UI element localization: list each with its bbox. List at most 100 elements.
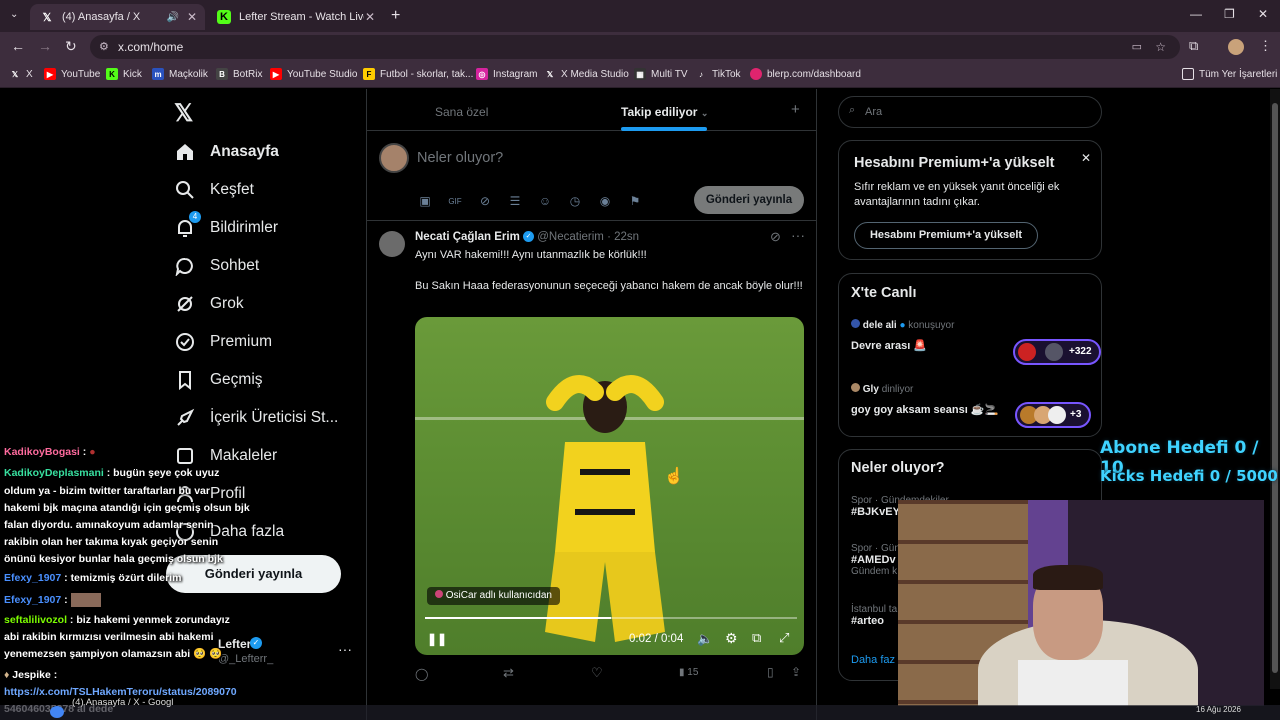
more-dots-icon[interactable]: ··· <box>791 227 805 243</box>
retweet-icon[interactable]: ⇄ <box>503 665 514 681</box>
close-icon[interactable]: ✕ <box>1081 151 1091 165</box>
avatar <box>851 383 860 392</box>
taskbar-window-title[interactable]: (4) Anasayfa / X - Googl <box>72 697 173 708</box>
grok-icon[interactable]: ⊘ <box>770 229 781 245</box>
bookmark-icon[interactable]: ▯ <box>767 665 774 679</box>
x-logo-icon[interactable]: 𝕏 <box>174 99 193 128</box>
flag-icon[interactable]: ⚑ <box>627 193 643 209</box>
video-progress-track[interactable] <box>425 617 797 619</box>
cast-icon[interactable]: ▭ <box>1132 35 1142 59</box>
maximize-button[interactable]: ❐ <box>1224 7 1235 21</box>
avatar <box>1048 406 1066 424</box>
tweet-time[interactable]: 22sn <box>614 231 639 243</box>
tab-search-icon[interactable]: ⌄ <box>10 9 18 20</box>
search-input[interactable]: ⌕ Ara <box>838 96 1102 128</box>
more-dots-icon[interactable]: ··· <box>338 641 352 657</box>
poll-icon[interactable]: ☰ <box>507 193 523 209</box>
emoji-icon[interactable]: ☺ <box>537 193 553 209</box>
trend-item[interactable]: Spor · Gün #AMEDv Gündem k <box>851 543 900 577</box>
trend-item[interactable]: İstanbul ta #arteo <box>851 604 897 627</box>
nav-premium[interactable]: Premium <box>174 331 272 353</box>
reply-icon[interactable]: ◯ <box>415 667 428 681</box>
profile-avatar[interactable] <box>1228 39 1244 55</box>
back-icon[interactable]: ← <box>11 38 25 54</box>
url-input[interactable]: ⚙ x.com/home ▭ ☆ <box>90 35 1180 59</box>
bookmark-star-icon[interactable]: ☆ <box>1155 35 1166 59</box>
page-scrollbar[interactable] <box>1270 89 1280 689</box>
nav-grok[interactable]: Grok <box>174 293 244 315</box>
fullscreen-icon[interactable]: ⤢ <box>779 630 789 646</box>
bookmark-youtube[interactable]: ▶ YouTube <box>44 68 100 80</box>
bookmark-tiktok[interactable]: ♪ TikTok <box>695 68 741 80</box>
window-close-button[interactable]: ✕ <box>1258 7 1268 21</box>
tweet[interactable]: Necati Çağlan Erim ✓ @Necatierim · 22sn … <box>367 221 816 720</box>
minimize-button[interactable]: — <box>1190 7 1202 21</box>
site-info-icon[interactable]: ⚙ <box>99 35 109 59</box>
schedule-icon[interactable]: ◷ <box>567 193 583 209</box>
tab-following[interactable]: Takip ediliyor ⌄ <box>621 105 708 119</box>
all-bookmarks[interactable]: Tüm Yer İşaretleri <box>1182 68 1277 80</box>
kicks-goal: Kicks Hedefi 0 / 5000 <box>1100 467 1278 485</box>
add-tab-icon[interactable]: + <box>791 101 800 118</box>
share-icon[interactable]: ⇪ <box>791 665 801 679</box>
extensions-icon[interactable]: ⧉ <box>1189 38 1198 54</box>
live-spaces-card: X'te Canlı dele ali ● konuşuyor Devre ar… <box>838 273 1102 437</box>
x-logo-icon: 𝕏 <box>546 69 554 79</box>
views[interactable]: ▮ 15 <box>679 667 698 678</box>
bookmark-blerp[interactable]: blerp.com/dashboard <box>750 68 861 80</box>
close-icon[interactable]: ✕ <box>365 10 375 24</box>
menu-kebab-icon[interactable]: ⋮ <box>1259 38 1272 54</box>
nav-chat[interactable]: Sohbet <box>174 255 259 277</box>
emote-icon: ● <box>89 446 96 458</box>
nav-home[interactable]: Anasayfa <box>174 141 279 163</box>
pause-icon[interactable]: ❚❚ <box>427 632 447 646</box>
scrollbar-thumb[interactable] <box>1272 103 1278 673</box>
author-name[interactable]: Necati Çağlan Erim <box>415 231 520 243</box>
chat-bubble-icon <box>174 255 196 277</box>
tab-x-home[interactable]: 𝕏 (4) Anasayfa / X 🔊 ✕ <box>30 4 205 30</box>
bookmark-x[interactable]: 𝕏X <box>9 68 33 80</box>
bookmark-instagram[interactable]: ◎ Instagram <box>476 68 537 80</box>
nav-creator-studio[interactable]: İçerik Üreticisi St... <box>174 407 338 429</box>
bookmark-multi-tv[interactable]: ▦ Multi TV <box>634 68 688 80</box>
taskbar: (4) Anasayfa / X - Googl 16 Ağu 2026 <box>0 697 1280 720</box>
live-item[interactable]: Gly dinliyor goy goy aksam seansı ☕🚬 +3 <box>851 381 1091 431</box>
bookmark-botrix[interactable]: B BotRix <box>216 68 262 80</box>
compose-input[interactable]: Neler oluyor? <box>417 150 503 166</box>
reload-icon[interactable]: ↻ <box>65 38 77 55</box>
nav-bookmarks[interactable]: Geçmiş <box>174 369 263 391</box>
compose-post-button[interactable]: Gönderi yayınla <box>694 186 804 214</box>
close-icon[interactable]: ✕ <box>187 10 197 24</box>
tweet-header: Necati Çağlan Erim ✓ @Necatierim · 22sn <box>415 231 640 243</box>
nav-explore[interactable]: Keşfet <box>174 179 254 201</box>
nav-notifications[interactable]: 4 Bildirimler <box>174 211 278 239</box>
gif-icon[interactable]: GIF <box>447 193 463 209</box>
taskbar-app-chrome[interactable] <box>50 706 64 718</box>
image-icon[interactable]: ▣ <box>417 193 433 209</box>
host-line: dele ali ● konuşuyor <box>851 319 954 331</box>
bookmark-kick[interactable]: K Kick <box>106 68 142 80</box>
volume-icon[interactable]: 🔈 <box>697 631 713 647</box>
location-icon[interactable]: ◉ <box>597 193 613 209</box>
premium-upgrade-button[interactable]: Hesabını Premium+'a yükselt <box>854 222 1038 249</box>
tab-for-you[interactable]: Sana özel <box>435 105 488 119</box>
grok-icon[interactable]: ⊘ <box>477 193 493 209</box>
speaker-icon[interactable]: 🔊 <box>167 12 179 23</box>
bookmark-futbol[interactable]: F Futbol - skorlar, tak... <box>363 68 473 80</box>
tab-lefter-stream[interactable]: K Lefter Stream - Watch Live on K ✕ <box>207 4 383 30</box>
live-item[interactable]: dele ali ● konuşuyor Devre arası 🚨 +322 <box>851 317 1101 367</box>
bookmark-x-media-studio[interactable]: 𝕏X Media Studio <box>544 68 629 80</box>
forward-icon[interactable]: → <box>38 38 52 54</box>
pip-icon[interactable]: ⧉ <box>752 630 761 646</box>
bookmark-mackolik[interactable]: m Maçkolik <box>152 68 208 80</box>
live-title: X'te Canlı <box>851 285 917 301</box>
show-more-link[interactable]: Daha faz <box>851 654 895 666</box>
author-handle[interactable]: @Necatierim <box>537 231 604 243</box>
video-player[interactable]: OsiCar adlı kullanıcıdan ❚❚ 0:02 / 0:04 … <box>415 317 804 655</box>
bookmark-youtube-studio[interactable]: ▶ YouTube Studio <box>270 68 357 80</box>
nav-articles[interactable]: Makaleler <box>174 445 277 467</box>
like-heart-icon[interactable]: ♡ <box>591 665 603 681</box>
settings-gear-icon[interactable]: ⚙ <box>725 630 738 647</box>
video-credit-chip[interactable]: OsiCar adlı kullanıcıdan <box>427 587 560 605</box>
new-tab-button[interactable]: + <box>391 7 400 25</box>
